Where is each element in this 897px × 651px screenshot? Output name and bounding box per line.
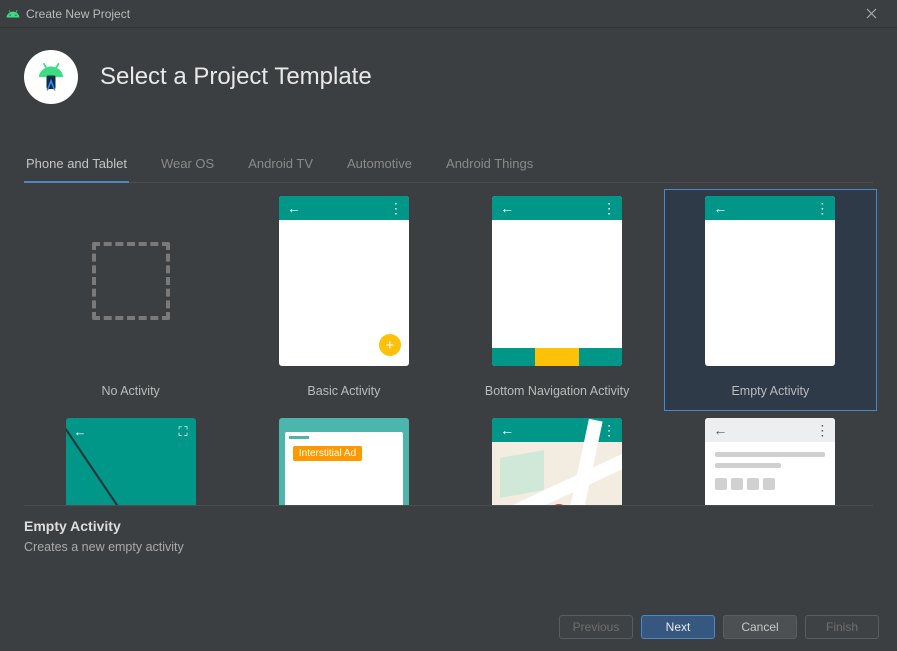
thumb-bottom-navigation: ←⋮	[492, 196, 622, 366]
android-studio-icon	[24, 50, 78, 104]
template-google-maps-activity[interactable]: ←⋮	[451, 411, 664, 505]
thumb-admob: Interstitial Ad	[279, 418, 409, 505]
back-arrow-icon: ←	[287, 200, 301, 216]
thumb-fullscreen: ← ⛶	[66, 418, 196, 505]
template-label: Empty Activity	[731, 384, 809, 400]
overflow-icon: ⋮	[602, 200, 614, 217]
map-pin-icon	[550, 504, 568, 505]
template-fullscreen-activity[interactable]: ← ⛶	[24, 411, 237, 505]
tab-android-things[interactable]: Android Things	[444, 156, 535, 182]
template-bottom-navigation-activity[interactable]: ←⋮ Bottom Navigation Activity	[451, 189, 664, 411]
template-label: No Activity	[101, 384, 159, 400]
thumb-no-activity	[66, 196, 196, 366]
overflow-icon: ⋮	[389, 200, 401, 217]
thumb-basic-activity: ← ⋮ +	[279, 196, 409, 366]
tab-wear-os[interactable]: Wear OS	[159, 156, 216, 182]
thumb-maps: ←⋮	[492, 418, 622, 505]
tab-phone-and-tablet[interactable]: Phone and Tablet	[24, 156, 129, 183]
dashed-placeholder-icon	[92, 242, 170, 320]
overflow-icon: ⋮	[815, 200, 827, 217]
overflow-icon: ⋮	[602, 422, 614, 439]
template-label: Basic Activity	[307, 384, 380, 400]
back-arrow-icon: ←	[713, 200, 727, 216]
back-arrow-icon: ←	[500, 200, 514, 216]
next-button[interactable]: Next	[641, 615, 715, 639]
titlebar: Create New Project	[0, 0, 897, 28]
wizard-header: Select a Project Template	[0, 28, 897, 124]
thumb-master-detail: ←⋮	[705, 418, 835, 505]
page-title: Select a Project Template	[100, 63, 372, 91]
fullscreen-icon: ⛶	[179, 424, 188, 440]
tab-automotive[interactable]: Automotive	[345, 156, 414, 182]
template-admob-ads-activity[interactable]: Interstitial Ad	[237, 411, 450, 505]
wizard-footer: Previous Next Cancel Finish	[559, 615, 879, 639]
template-gallery[interactable]: No Activity ←⋮ + Basic Activity ←⋮ Botto…	[24, 183, 885, 505]
thumb-empty-activity: ←⋮	[705, 196, 835, 366]
finish-button: Finish	[805, 615, 879, 639]
template-description: Empty Activity Creates a new empty activ…	[24, 505, 873, 554]
template-label: Bottom Navigation Activity	[485, 384, 630, 400]
fab-icon: +	[379, 334, 401, 356]
template-no-activity[interactable]: No Activity	[24, 189, 237, 411]
tab-android-tv[interactable]: Android TV	[246, 156, 315, 182]
back-arrow-icon: ←	[74, 424, 87, 440]
titlebar-title: Create New Project	[26, 7, 130, 21]
template-empty-activity[interactable]: ←⋮ Empty Activity	[664, 189, 877, 411]
android-logo-icon	[6, 7, 20, 21]
close-button[interactable]	[851, 0, 891, 28]
cancel-button[interactable]: Cancel	[723, 615, 797, 639]
ad-badge: Interstitial Ad	[293, 446, 362, 461]
previous-button: Previous	[559, 615, 633, 639]
back-arrow-icon: ←	[500, 422, 514, 438]
device-category-tabs: Phone and Tablet Wear OS Android TV Auto…	[24, 156, 873, 183]
description-text: Creates a new empty activity	[24, 540, 873, 554]
back-arrow-icon: ←	[713, 422, 727, 438]
description-title: Empty Activity	[24, 518, 873, 534]
template-basic-activity[interactable]: ← ⋮ + Basic Activity	[237, 189, 450, 411]
template-master-detail-flow[interactable]: ←⋮	[664, 411, 877, 505]
overflow-icon: ⋮	[815, 422, 827, 439]
